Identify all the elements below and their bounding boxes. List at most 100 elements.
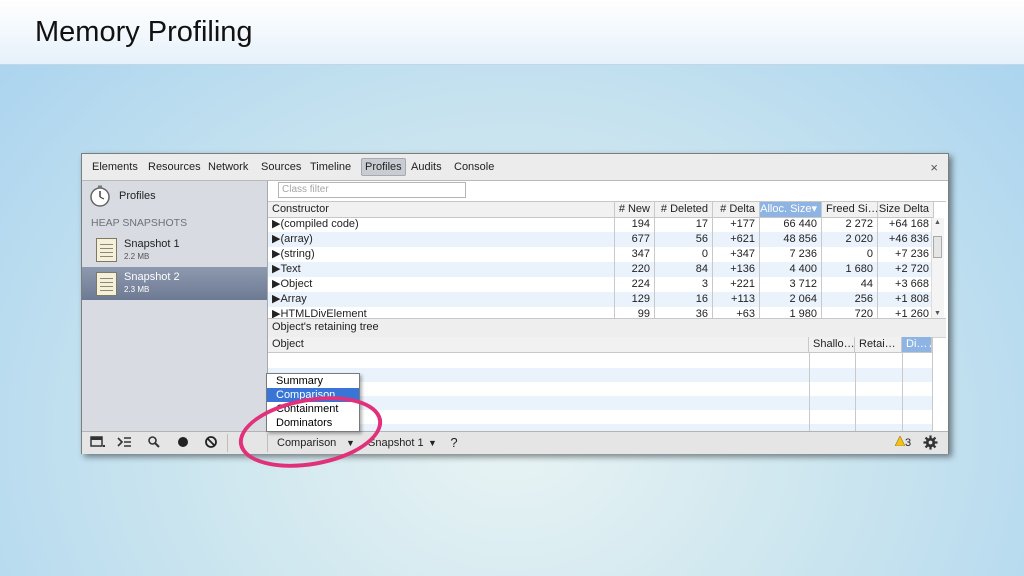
close-icon[interactable]: × xyxy=(930,160,938,175)
table-row[interactable]: ▶Array 129 16 +113 2 064 256 +1 808 xyxy=(268,292,934,307)
dock-icon[interactable] xyxy=(87,435,109,451)
cell-alloc-size: 7 236 xyxy=(760,247,822,262)
class-filter-input[interactable]: Class filter xyxy=(278,182,466,198)
cell-new: 220 xyxy=(615,262,655,277)
section-heading: HEAP SNAPSHOTS xyxy=(91,217,188,229)
cell-freed-size: 720 xyxy=(822,307,878,318)
scrollbar-thumb[interactable] xyxy=(933,236,942,258)
clear-icon[interactable] xyxy=(200,435,222,451)
cell-delta: +113 xyxy=(713,292,760,307)
cell-size-delta: +64 168 xyxy=(878,217,934,232)
tab-sources[interactable]: Sources xyxy=(261,159,301,175)
console-toggle-icon[interactable] xyxy=(113,435,135,451)
cell-deleted: 36 xyxy=(655,307,713,318)
devtools-window: Elements Resources Network Sources Timel… xyxy=(81,153,949,454)
base-snapshot-select[interactable]: Snapshot 1 ▼ xyxy=(368,435,442,451)
cell-new: 129 xyxy=(615,292,655,307)
snapshot-size: 2.2 MB xyxy=(124,252,150,261)
column-alloc-size[interactable]: Alloc. Size▾ xyxy=(760,202,822,217)
menu-item-summary[interactable]: Summary xyxy=(267,374,359,388)
profile-view: Class filter Constructor # New # Deleted… xyxy=(268,181,948,431)
snapshot-name: Snapshot 1 xyxy=(124,238,180,250)
column-divider xyxy=(932,337,933,431)
cell-constructor: ▶HTMLDivElement xyxy=(268,307,615,318)
cell-freed-size: 1 680 xyxy=(822,262,878,277)
cell-new: 224 xyxy=(615,277,655,292)
cell-deleted: 3 xyxy=(655,277,713,292)
column-shallow-size[interactable]: Shallo… xyxy=(809,337,855,352)
table-row[interactable]: ▶HTMLDivElement 99 36 +63 1 980 720 +1 260 xyxy=(268,307,934,318)
sidebar-item-snapshot-2[interactable]: Snapshot 2 2.3 MB xyxy=(82,267,267,300)
retaining-grid-header: Object Shallo… Retai… Di…▲ xyxy=(268,337,932,353)
cell-alloc-size: 48 856 xyxy=(760,232,822,247)
cell-deleted: 0 xyxy=(655,247,713,262)
cell-constructor: ▶(array) xyxy=(268,232,615,247)
sidebar-item-snapshot-1[interactable]: Snapshot 1 2.2 MB xyxy=(82,232,267,266)
warning-icon xyxy=(894,435,906,447)
table-row[interactable]: ▶Text 220 84 +136 4 400 1 680 +2 720 xyxy=(268,262,934,277)
cell-new: 99 xyxy=(615,307,655,318)
cell-freed-size: 44 xyxy=(822,277,878,292)
cell-constructor: ▶Array xyxy=(268,292,615,307)
retaining-tree-title: Object's retaining tree xyxy=(272,321,379,333)
column-freed-size[interactable]: Freed Si… xyxy=(822,202,878,217)
cell-constructor: ▶Object xyxy=(268,277,615,292)
base-snapshot-value: Snapshot 1 xyxy=(368,437,424,449)
column-new[interactable]: # New xyxy=(615,202,655,217)
sidebar-item-profiles[interactable]: Profiles xyxy=(82,181,267,211)
scroll-down-icon[interactable]: ▼ xyxy=(934,310,941,317)
column-divider xyxy=(855,353,856,431)
cell-deleted: 17 xyxy=(655,217,713,232)
tab-elements[interactable]: Elements xyxy=(92,159,138,175)
cell-freed-size: 0 xyxy=(822,247,878,262)
warnings-counter[interactable]: 3 xyxy=(890,435,916,451)
column-distance[interactable]: Di…▲ xyxy=(902,337,932,352)
cell-size-delta: +46 836 xyxy=(878,232,934,247)
cell-freed-size: 256 xyxy=(822,292,878,307)
settings-gear-icon[interactable] xyxy=(920,435,940,451)
chevron-down-icon: ▼ xyxy=(428,438,437,448)
cell-constructor: ▶(compiled code) xyxy=(268,217,615,232)
table-row[interactable]: ▶(string) 347 0 +347 7 236 0 +7 236 xyxy=(268,247,934,262)
cell-constructor: ▶Text xyxy=(268,262,615,277)
heap-snapshot-icon xyxy=(96,238,117,262)
cell-alloc-size: 3 712 xyxy=(760,277,822,292)
table-row[interactable]: ▶(compiled code) 194 17 +177 66 440 2 272 +64 … xyxy=(268,217,934,232)
table-row[interactable]: ▶Object 224 3 +221 3 712 44 +3 668 xyxy=(268,277,934,292)
column-divider xyxy=(902,353,903,431)
cell-deleted: 84 xyxy=(655,262,713,277)
comparison-grid: Constructor # New # Deleted # Delta Allo… xyxy=(268,201,946,318)
scroll-up-icon[interactable]: ▲ xyxy=(934,219,941,226)
column-deleted[interactable]: # Deleted xyxy=(655,202,713,217)
column-constructor[interactable]: Constructor xyxy=(268,202,615,217)
help-button[interactable]: ? xyxy=(446,435,462,451)
stopwatch-icon xyxy=(90,185,110,207)
divider xyxy=(227,434,228,452)
cell-delta: +63 xyxy=(713,307,760,318)
table-row[interactable]: ▶(array) 677 56 +621 48 856 2 020 +46 836 xyxy=(268,232,934,247)
tab-timeline[interactable]: Timeline xyxy=(310,159,351,175)
record-icon[interactable] xyxy=(172,435,194,451)
tab-network[interactable]: Network xyxy=(208,159,248,175)
column-size-delta[interactable]: Size Delta xyxy=(878,202,934,217)
cell-freed-size: 2 272 xyxy=(822,217,878,232)
vertical-scrollbar[interactable]: ▲ ▼ xyxy=(931,218,944,318)
cell-alloc-size: 4 400 xyxy=(760,262,822,277)
tab-resources[interactable]: Resources xyxy=(148,159,201,175)
snapshot-size: 2.3 MB xyxy=(124,285,150,294)
cell-freed-size: 2 020 xyxy=(822,232,878,247)
cell-size-delta: +1 808 xyxy=(878,292,934,307)
cell-new: 677 xyxy=(615,232,655,247)
tab-audits[interactable]: Audits xyxy=(411,159,442,175)
search-icon[interactable] xyxy=(143,435,165,451)
retaining-tree-header[interactable]: Object's retaining tree xyxy=(268,318,946,338)
tab-profiles[interactable]: Profiles xyxy=(361,158,406,176)
cell-delta: +136 xyxy=(713,262,760,277)
column-retained-size[interactable]: Retai… xyxy=(855,337,902,352)
column-object[interactable]: Object xyxy=(268,337,809,352)
cell-new: 194 xyxy=(615,217,655,232)
tab-console[interactable]: Console xyxy=(454,159,494,175)
column-delta[interactable]: # Delta xyxy=(713,202,760,217)
profiles-sidebar: Profiles HEAP SNAPSHOTS Snapshot 1 2.2 M… xyxy=(82,181,268,431)
column-divider xyxy=(809,353,810,431)
